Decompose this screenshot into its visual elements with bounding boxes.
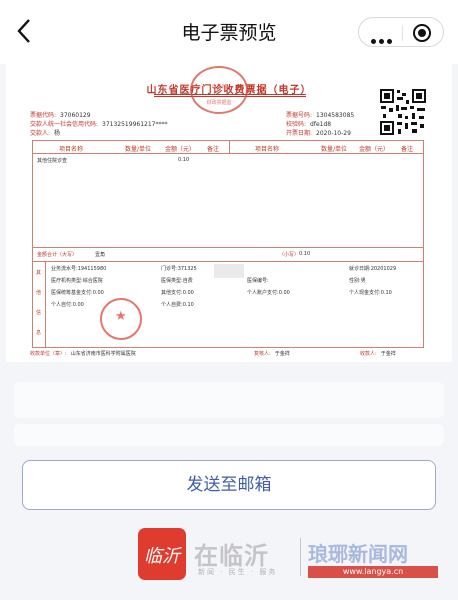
total-in-words: 壹角 <box>95 252 106 258</box>
close-mini-program-icon[interactable] <box>413 24 431 42</box>
check-code: 校验码: dfe1d8 <box>286 121 332 128</box>
insurance-number: 医保编号: <box>247 278 269 284</box>
side-label: 信 <box>36 310 42 316</box>
redacted-area <box>214 264 244 278</box>
column-header: 项目名称 <box>255 146 280 153</box>
reviewer: 复核人: 于金祥 <box>254 351 290 357</box>
more-options-icon[interactable] <box>371 29 395 48</box>
watermark-name: 在临沂 <box>194 542 269 570</box>
insurance-type: 医保类型:自费 <box>161 278 193 284</box>
capsule-divider <box>402 25 403 41</box>
table-rule <box>33 247 423 248</box>
blurred-card <box>14 382 444 418</box>
payee-unit: 收款单位（章）: 山东省济南市医科学附属医院 <box>30 351 136 357</box>
watermark-site-name: 琅琊新闻网 <box>308 542 408 566</box>
seal-text: 山东省 <box>211 84 227 90</box>
fund-payment: 医保统筹基金支付:0.00 <box>51 290 104 296</box>
watermark-url: www.langya.cn <box>308 566 438 578</box>
side-label: 其 <box>36 270 42 276</box>
visit-date: 就诊日期:20201029 <box>349 266 397 272</box>
seal-text: 财政票据监 <box>206 100 232 106</box>
qr-code <box>379 88 427 136</box>
watermark-subtitle: 新闻 · 民生 · 服务 <box>198 568 278 576</box>
finance-seal: 山东省 财政票据监 <box>190 66 248 114</box>
gender: 性别:男 <box>349 278 366 284</box>
other-payment: 其他支付:0.00 <box>161 290 194 296</box>
column-header: 备注 <box>401 146 414 153</box>
invoice-preview: 山东省医疗门诊收费票据（电子） 山东省 财政票据监 票据代码: 37060129 … <box>6 64 452 362</box>
app-logo: 临沂 <box>138 528 186 580</box>
payer-name: 交款人: 杨 <box>30 130 61 137</box>
column-header: 数量/单位 <box>321 146 348 153</box>
issue-date: 开票日期: 2020-10-29 <box>286 130 351 137</box>
self-fee: 个人自费:0.10 <box>161 302 194 308</box>
watermark-divider <box>300 538 301 576</box>
org-type: 医疗机构类型:综合医院 <box>51 278 103 284</box>
mini-program-capsule <box>358 17 444 47</box>
column-header: 数量/单位 <box>125 146 152 153</box>
column-header: 金额（元） <box>359 146 390 153</box>
column-header: 金额（元） <box>165 146 196 153</box>
seal-star-icon: ★ <box>115 309 127 324</box>
column-header: 备注 <box>207 146 220 153</box>
side-label: 他 <box>36 290 42 296</box>
invoice-table: 项目名称 数量/单位 金额（元） 备注 项目名称 数量/单位 金额（元） 备注 … <box>32 140 424 348</box>
blurred-card <box>14 424 444 446</box>
account-payment: 个人账户支付:0.00 <box>247 290 290 296</box>
table-rule <box>229 141 230 153</box>
invoice-code: 票据代码: 37060129 <box>30 112 91 119</box>
send-to-email-button[interactable]: 发送至邮箱 <box>22 460 436 510</box>
top-nav-bar: 电子票预览 <box>0 0 458 64</box>
total-small-label: （小写） <box>279 252 300 258</box>
self-payment: 个人自付:0.00 <box>51 302 84 308</box>
side-label: 息 <box>36 330 42 336</box>
serial-number: 业务流水号:194115980 <box>51 266 107 272</box>
item-name: 其他住院诊查 <box>37 158 68 164</box>
column-header: 项目名称 <box>59 146 84 153</box>
table-rule <box>45 261 46 347</box>
cash-payment: 个人现金支付:0.10 <box>349 290 392 296</box>
total-small: 0.10 <box>299 251 311 257</box>
item-amount: 0.10 <box>178 157 190 163</box>
total-label: 金额合计（大写） <box>37 252 78 258</box>
invoice-number: 票据号码: 1304583085 <box>286 112 355 119</box>
clinic-number: 门诊号:371325 <box>161 266 197 272</box>
hospital-seal: ★ <box>100 298 142 340</box>
payee: 收款人: 于金祥 <box>360 351 396 357</box>
table-rule <box>33 153 423 154</box>
logo-text: 临沂 <box>144 546 180 567</box>
watermark: 临沂 在临沂 新闻 · 民生 · 服务 琅琊新闻网 www.langya.cn <box>138 528 438 588</box>
payer-credit-code: 交款人统一社会信用代码: 37132519961217**** <box>30 121 168 128</box>
table-rule <box>33 261 423 262</box>
